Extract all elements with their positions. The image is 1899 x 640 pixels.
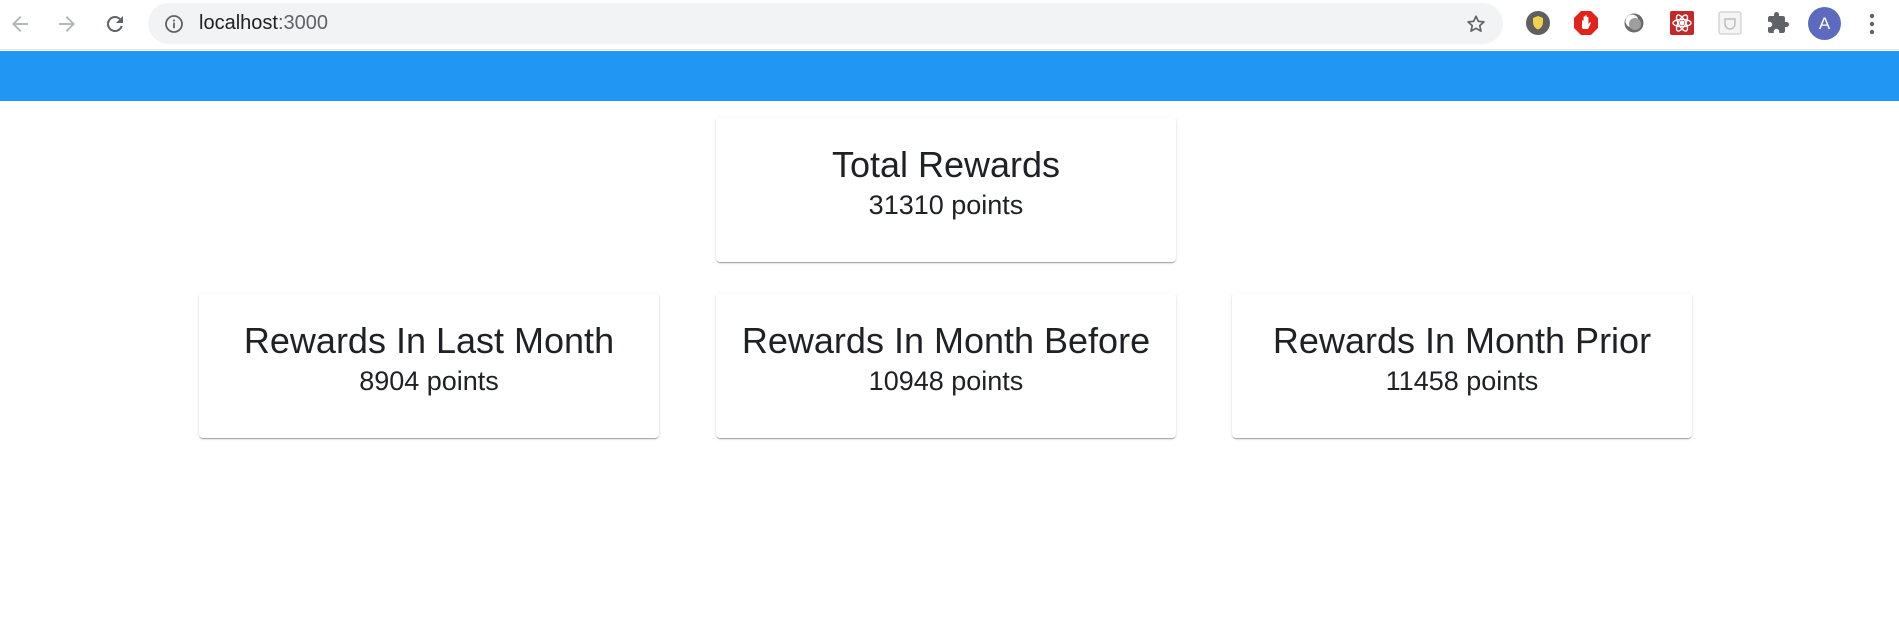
info-icon[interactable] [164, 14, 184, 34]
url-text[interactable]: localhost:3000 [199, 3, 328, 44]
card-title: Rewards In Last Month [243, 320, 615, 361]
card-title: Rewards In Month Prior [1272, 320, 1652, 361]
forward-button[interactable] [51, 8, 83, 40]
card-title: Total Rewards [831, 144, 1061, 185]
address-bar[interactable]: localhost:3000 [148, 3, 1503, 44]
back-button[interactable] [4, 8, 36, 40]
arrow-right-icon [59, 16, 75, 32]
sphere-extension-icon[interactable] [1620, 9, 1648, 37]
arrow-left-icon [12, 16, 28, 32]
shield-extension-icon[interactable] [1524, 9, 1552, 37]
profile-avatar[interactable]: A [1808, 7, 1841, 40]
reload-icon [106, 15, 123, 32]
pocket-extension-icon[interactable] [1716, 9, 1744, 37]
url-port: :3000 [277, 12, 328, 34]
month-prior-rewards-card: Rewards In Month Prior 11458 points [1232, 293, 1692, 438]
app-bar [0, 51, 1899, 101]
puzzle-icon[interactable] [1764, 9, 1792, 37]
card-points: 11458 points [1385, 366, 1539, 396]
total-rewards-card: Total Rewards 31310 points [716, 117, 1176, 262]
adblock-extension-icon[interactable] [1572, 9, 1600, 37]
react-devtools-extension-icon[interactable] [1668, 9, 1696, 37]
card-title: Rewards In Month Before [741, 320, 1151, 361]
card-points: 31310 points [868, 190, 1024, 220]
card-points: 8904 points [359, 366, 499, 396]
kebab-menu-icon[interactable] [1862, 9, 1882, 39]
browser-toolbar: localhost:3000 A [0, 0, 1899, 50]
url-host: localhost [199, 12, 278, 34]
last-month-rewards-card: Rewards In Last Month 8904 points [199, 293, 659, 438]
reload-button[interactable] [99, 8, 131, 40]
month-before-rewards-card: Rewards In Month Before 10948 points [716, 293, 1176, 438]
card-points: 10948 points [868, 366, 1024, 396]
star-icon[interactable] [1465, 13, 1487, 35]
